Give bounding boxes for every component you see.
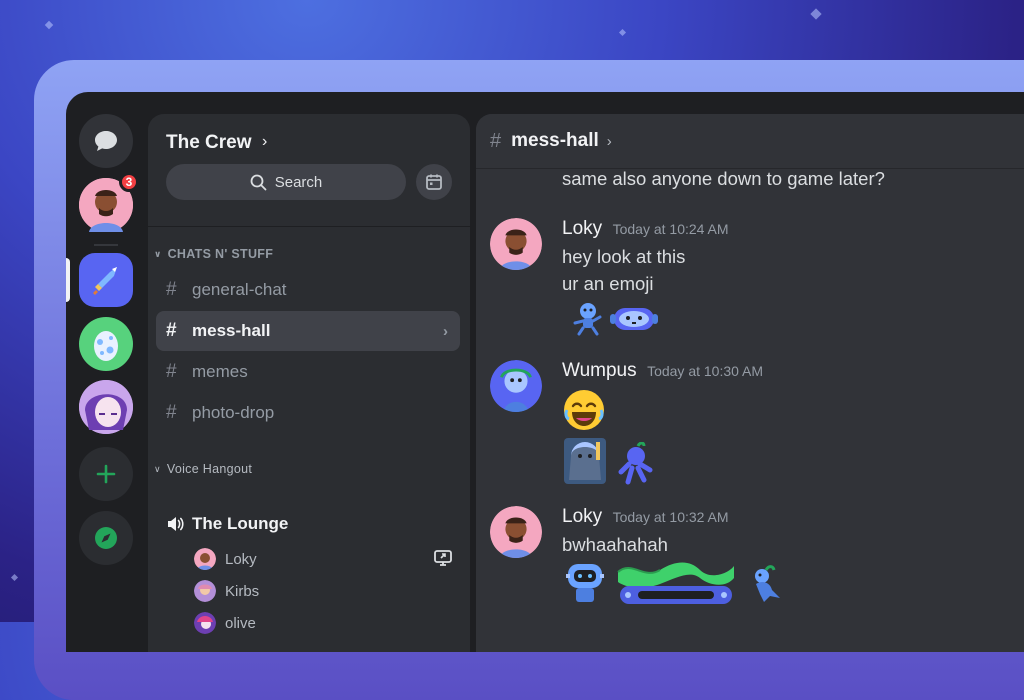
voice-channel-name: The Lounge (192, 514, 289, 533)
timestamp: Today at 10:24 AM (612, 221, 729, 237)
avatar (194, 580, 216, 602)
message-text: hey look at this (562, 246, 686, 267)
chevron-down-icon: ∨ (154, 248, 162, 259)
chevron-down-icon: ∨ (154, 463, 161, 474)
calendar-icon (426, 174, 442, 190)
voice-user[interactable]: Loky (194, 548, 257, 570)
robot-wumpus-sticker[interactable] (562, 560, 608, 606)
search-label: Search (274, 173, 323, 191)
app-window: 3 The Crew › Search ∨ CHATS N' STUFF # g… (66, 92, 1024, 652)
hash-icon: # (490, 129, 502, 152)
laughing-emoji[interactable] (562, 388, 606, 432)
avatar[interactable] (490, 218, 542, 270)
running-wumpus-sticker[interactable] (614, 442, 656, 486)
plus-icon (96, 464, 116, 484)
compass-icon (95, 527, 117, 549)
message-header: Loky Today at 10:32 AM (562, 506, 729, 528)
sword-icon (93, 267, 117, 295)
message-header: Wumpus Today at 10:30 AM (562, 360, 763, 382)
channel-photo-drop[interactable]: # photo-drop (156, 393, 460, 433)
channel-memes[interactable]: # memes (156, 352, 460, 392)
voice-user-name: olive (225, 614, 256, 632)
message-text: ur an emoji (562, 273, 654, 294)
category-label: CHATS N' STUFF (167, 247, 274, 261)
notification-badge: 3 (119, 172, 139, 192)
chat-bubble-icon (95, 131, 117, 151)
explore-servers-button[interactable] (79, 511, 133, 565)
channel-mess-hall[interactable]: # mess-hall › (156, 311, 460, 351)
category-label: Voice Hangout (166, 462, 253, 476)
clyde-emoji[interactable] (610, 304, 658, 334)
chat-area: # mess-hall › same also anyone down to g… (476, 114, 1024, 652)
screen-share-icon (434, 550, 452, 566)
wumpus-emoji[interactable] (570, 300, 606, 336)
message-header: Loky Today at 10:24 AM (562, 218, 729, 240)
selected-server-indicator (66, 258, 70, 302)
voice-user[interactable]: olive (194, 612, 256, 634)
channel-name: memes (192, 362, 248, 381)
avatar[interactable] (490, 506, 542, 558)
chevron-right-icon[interactable]: › (607, 133, 612, 150)
voice-user-name: Loky (225, 550, 257, 568)
channel-name: mess-hall (192, 321, 271, 340)
author-name[interactable]: Wumpus (562, 360, 637, 381)
server-name[interactable]: The Crew (166, 132, 252, 154)
speaker-icon (168, 517, 184, 531)
channel-name: general-chat (192, 280, 287, 299)
channel-general-chat[interactable]: # general-chat (156, 270, 460, 310)
channel-name: photo-drop (192, 403, 275, 422)
background-sparkle (44, 20, 54, 30)
timestamp: Today at 10:30 AM (647, 363, 764, 379)
server-rail: 3 (66, 92, 146, 652)
user-avatar-server[interactable]: 3 (79, 172, 139, 232)
egg-icon (94, 331, 118, 361)
direct-messages-button[interactable] (79, 114, 133, 168)
background-sparkle (618, 28, 627, 37)
server-egg[interactable] (79, 317, 133, 371)
avatar (194, 548, 216, 570)
server-anime[interactable] (79, 380, 133, 434)
hash-icon: # (166, 402, 177, 423)
rail-divider (94, 244, 118, 246)
avatar[interactable] (490, 360, 542, 412)
avatar (194, 612, 216, 634)
avatar (79, 380, 133, 434)
channel-header: # mess-hall › (476, 114, 1024, 169)
channel-sidebar: The Crew › Search ∨ CHATS N' STUFF # gen… (148, 114, 470, 652)
hash-icon: # (166, 361, 177, 382)
search-icon (250, 174, 267, 190)
timestamp: Today at 10:32 AM (612, 509, 729, 525)
add-server-button[interactable] (79, 447, 133, 501)
hash-icon: # (166, 279, 177, 300)
events-button[interactable] (416, 164, 452, 200)
chevron-right-icon[interactable]: › (262, 133, 267, 151)
search-button[interactable]: Search (166, 164, 406, 200)
snake-sticker[interactable] (614, 558, 738, 608)
message-text: same also anyone down to game later? (562, 168, 885, 189)
hash-icon: # (166, 320, 177, 341)
voice-user[interactable]: Kirbs (194, 580, 259, 602)
background-sparkle (10, 573, 19, 582)
sidebar-divider (148, 226, 470, 227)
wumpus-hoodie-sticker[interactable] (562, 436, 608, 486)
channel-title[interactable]: mess-hall (511, 130, 599, 152)
category-voice[interactable]: ∨ Voice Hangout (154, 462, 252, 476)
server-the-crew[interactable] (79, 253, 133, 307)
background-sparkle (810, 8, 822, 20)
author-name[interactable]: Loky (562, 218, 602, 239)
chevron-right-icon: › (443, 322, 448, 340)
message-text: bwhaahahah (562, 534, 668, 555)
voice-user-name: Kirbs (225, 582, 260, 600)
voice-channel-lounge[interactable]: The Lounge (166, 514, 288, 534)
category-chats[interactable]: ∨ CHATS N' STUFF (154, 247, 273, 261)
dragon-sticker[interactable] (746, 564, 786, 604)
author-name[interactable]: Loky (562, 506, 602, 527)
